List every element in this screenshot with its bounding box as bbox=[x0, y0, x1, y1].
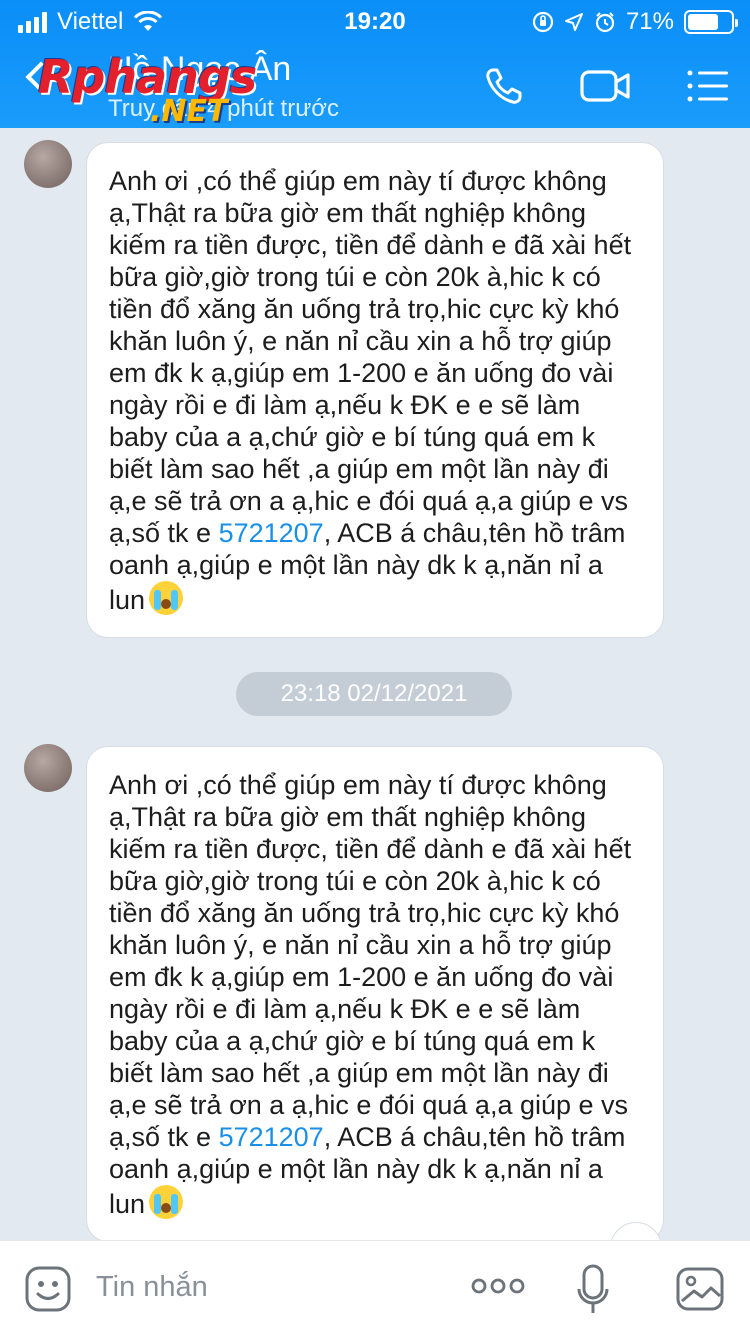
sticker-icon[interactable] bbox=[22, 1263, 74, 1315]
account-number-link[interactable]: 5721207 bbox=[219, 518, 324, 548]
watermark-logo: Rphangs .NET bbox=[38, 50, 278, 130]
battery-percent: 71% bbox=[625, 8, 674, 35]
crying-face-icon bbox=[149, 1185, 184, 1219]
chat-header: Viettel 19:20 71% Hồ Ngọc Ân Truy cập 4 … bbox=[0, 0, 750, 130]
message-bubble[interactable]: Anh ơi ,có thể giúp em này tí được không… bbox=[86, 142, 664, 638]
location-icon bbox=[564, 13, 583, 31]
battery-icon bbox=[684, 10, 738, 34]
orientation-lock-icon bbox=[532, 11, 554, 33]
message-text: Anh ơi ,có thể giúp em này tí được không… bbox=[109, 166, 632, 548]
menu-icon[interactable] bbox=[680, 58, 736, 114]
account-number-link[interactable]: 5721207 bbox=[219, 1122, 324, 1152]
crying-face-icon bbox=[149, 581, 184, 615]
battery-fill bbox=[688, 14, 718, 30]
message-text: Anh ơi ,có thể giúp em này tí được không… bbox=[109, 770, 632, 1152]
timestamp-divider: 23:18 02/12/2021 bbox=[236, 672, 512, 716]
watermark-sub: .NET bbox=[150, 94, 228, 129]
message-bubble[interactable]: Anh ơi ,có thể giúp em này tí được không… bbox=[86, 746, 664, 1242]
phone-icon[interactable] bbox=[476, 58, 532, 114]
message-composer: Tin nhắn bbox=[0, 1240, 750, 1334]
sender-avatar[interactable] bbox=[24, 140, 72, 188]
more-options-icon[interactable] bbox=[470, 1271, 526, 1301]
microphone-icon[interactable] bbox=[576, 1263, 610, 1319]
sender-avatar[interactable] bbox=[24, 744, 72, 792]
alarm-icon bbox=[595, 12, 615, 33]
image-icon[interactable] bbox=[674, 1263, 726, 1315]
video-call-icon[interactable] bbox=[578, 58, 634, 114]
status-bar: Viettel 19:20 71% bbox=[0, 0, 750, 42]
message-input[interactable]: Tin nhắn bbox=[96, 1271, 208, 1304]
